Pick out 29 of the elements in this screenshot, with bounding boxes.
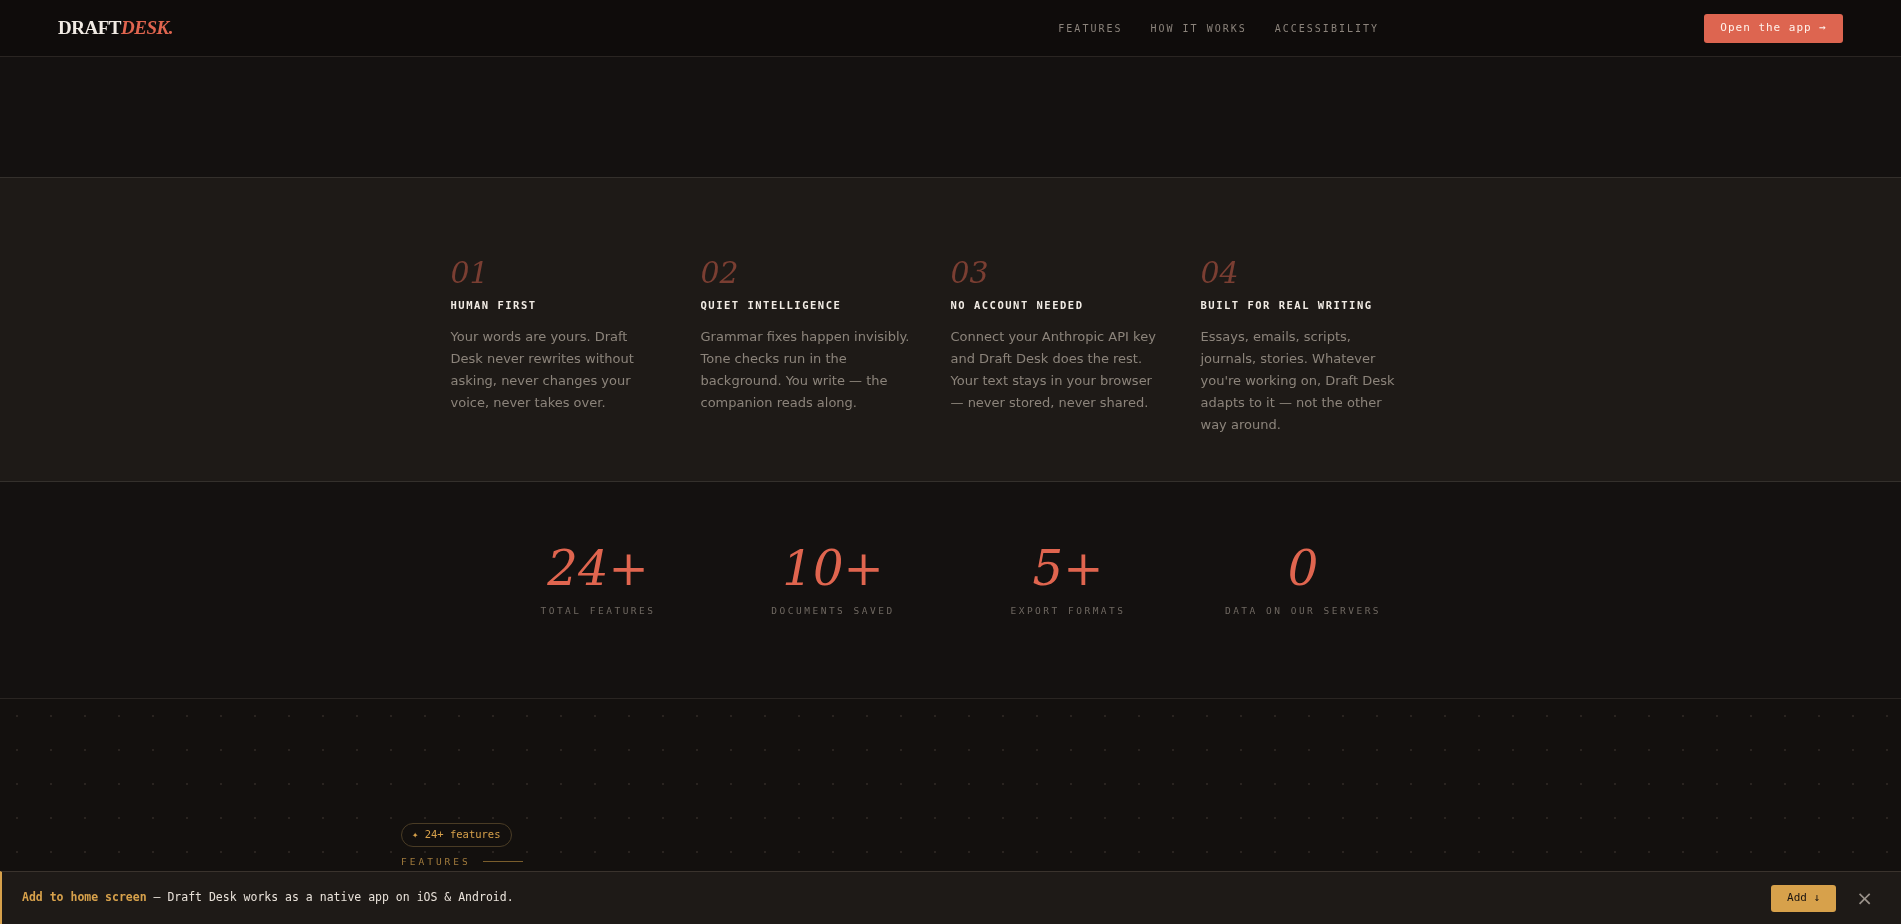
section-eyebrow: FEATURES	[401, 854, 471, 869]
principle-title: BUILT FOR REAL WRITING	[1200, 298, 1373, 313]
stat-label: DOCUMENTS SAVED	[771, 604, 895, 618]
close-button[interactable]: ×	[1856, 888, 1873, 908]
stat-value: 5+	[1032, 540, 1104, 596]
principle-text: Connect your Anthropic API key and Draft Desk does the rest. Your text stays in your browser — never stored, never shared.	[950, 327, 1157, 412]
principle-title: HUMAN FIRST	[450, 298, 537, 313]
open-app-button[interactable]: Open the app →	[1704, 13, 1843, 43]
principle-text: Grammar fixes happen invisibly. Tone checks run in the background. You write — the companion reads along.	[700, 327, 911, 412]
banner-message: Add to home screen — Draft Desk works as a native app on iOS & Android.	[22, 889, 514, 907]
principle-text: Your words are yours. Draft Desk never rewrites without asking, never changes your voice, never takes over.	[450, 327, 635, 412]
principle-title: QUIET INTELLIGENCE	[700, 298, 842, 313]
stat-label: TOTAL FEATURES	[540, 604, 656, 618]
principle-text: Essays, emails, scripts, journals, stories. Whatever you're working on, Draft Desk adapts to it — not the other way around.	[1200, 327, 1396, 434]
step-number: 03	[950, 256, 989, 290]
principle-title: NO ACCOUNT NEEDED	[950, 298, 1084, 313]
step-number: 02	[700, 256, 739, 290]
logo[interactable]: DRAFTDESK.	[58, 13, 174, 43]
stat-value: 10+	[782, 540, 884, 596]
nav-link[interactable]: FEATURES	[1058, 20, 1123, 36]
step-number: 01	[450, 256, 489, 290]
stat-label: DATA ON OUR SERVERS	[1224, 604, 1382, 618]
stat-value: 0	[1287, 540, 1319, 596]
stat-label: EXPORT FORMATS	[1010, 604, 1126, 618]
stat-value: 24+	[547, 540, 649, 596]
nav-link[interactable]: ACCESSIBILITY	[1274, 20, 1380, 36]
add-button[interactable]: Add ↓	[1771, 884, 1837, 912]
step-number: 04	[1200, 256, 1239, 290]
nav-link[interactable]: HOW IT WORKS	[1150, 20, 1247, 36]
